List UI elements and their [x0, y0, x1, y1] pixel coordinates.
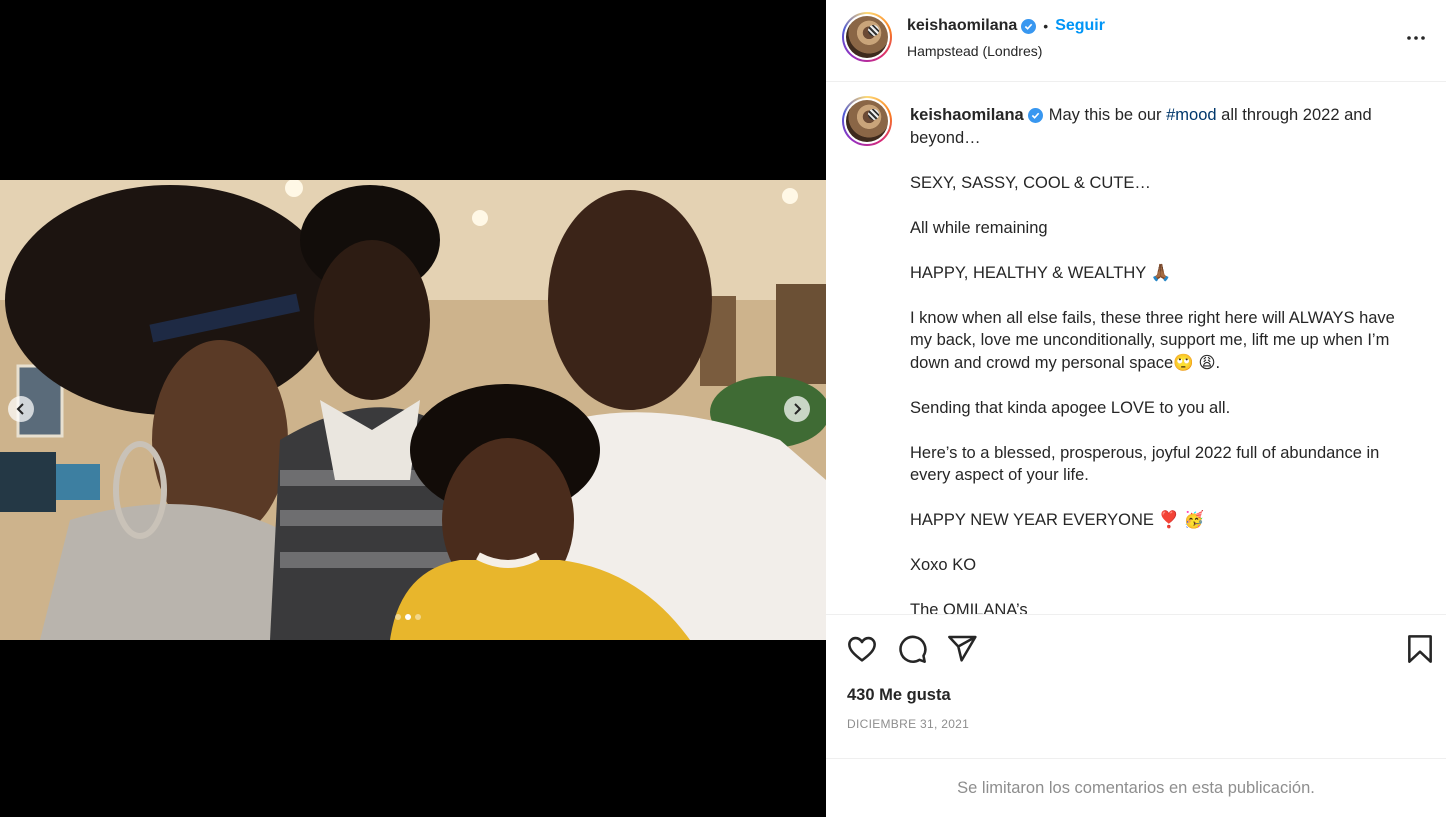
comment-icon[interactable]: [896, 633, 928, 665]
carousel-prev-button[interactable]: [8, 396, 34, 422]
caption-paragraph: All while remaining: [910, 218, 1048, 237]
caption-paragraph: The OMILANA’s: [910, 601, 1028, 614]
author-info: keishaomilana • Seguir: [907, 17, 1105, 35]
post-date[interactable]: DICIEMBRE 31, 2021: [847, 717, 969, 731]
verified-badge-icon: [1021, 18, 1037, 34]
caption-username[interactable]: keishaomilana: [910, 104, 1024, 127]
author-username[interactable]: keishaomilana: [907, 17, 1017, 35]
likes-count[interactable]: 430 Me gusta: [847, 686, 951, 705]
carousel-dot: [395, 614, 401, 620]
caption-author-avatar[interactable]: [842, 96, 892, 146]
carousel-indicator: [395, 614, 421, 620]
more-options-icon[interactable]: [1404, 26, 1428, 50]
post-caption: keishaomilana May this be our #mood all …: [910, 104, 1410, 614]
post-header: keishaomilana • Seguir Hampstead (Londre…: [826, 0, 1446, 82]
carousel-dot-active: [405, 614, 411, 620]
caption-area: keishaomilana May this be our #mood all …: [826, 82, 1446, 614]
post-sidebar: keishaomilana • Seguir Hampstead (Londre…: [826, 0, 1446, 817]
caption-intro-text: May this be our: [1048, 106, 1167, 124]
caption-paragraph: SEXY, SASSY, COOL & CUTE…: [910, 173, 1151, 192]
caption-paragraph: Sending that kinda apogee LOVE to you al…: [910, 398, 1231, 417]
comments-limited-notice: Se limitaron los comentarios en esta pub…: [826, 758, 1446, 817]
follow-button[interactable]: Seguir: [1055, 17, 1105, 35]
author-avatar[interactable]: [842, 12, 892, 62]
header-separator: •: [1043, 18, 1049, 34]
caption-paragraph: HAPPY, HEALTHY & WEALTHY 🙏🏾: [910, 263, 1172, 282]
chevron-left-icon: [16, 403, 24, 415]
caption-first-line: keishaomilana May this be our #mood all …: [910, 104, 1410, 149]
heart-icon[interactable]: [846, 633, 878, 665]
carousel-next-button[interactable]: [784, 396, 810, 422]
caption-paragraph: Xoxo KO: [910, 556, 977, 574]
verified-badge-icon: [1027, 107, 1043, 123]
post-actions: 430 Me gusta DICIEMBRE 31, 2021: [826, 614, 1446, 758]
share-icon[interactable]: [946, 633, 978, 665]
post-location[interactable]: Hampstead (Londres): [907, 43, 1042, 59]
caption-paragraph: I know when all else fails, these three …: [910, 308, 1395, 372]
post-media-pane: [0, 0, 826, 817]
hashtag-link[interactable]: #mood: [1166, 106, 1216, 124]
carousel-dot: [415, 614, 421, 620]
chevron-right-icon: [794, 403, 802, 415]
caption-paragraph: Here’s to a blessed, prosperous, joyful …: [910, 443, 1380, 485]
family-photo-illustration: [0, 180, 826, 640]
bookmark-icon[interactable]: [1404, 633, 1436, 665]
caption-paragraph: HAPPY NEW YEAR EVERYONE ❣️ 🥳: [910, 511, 1205, 529]
post-photo[interactable]: [0, 180, 826, 640]
